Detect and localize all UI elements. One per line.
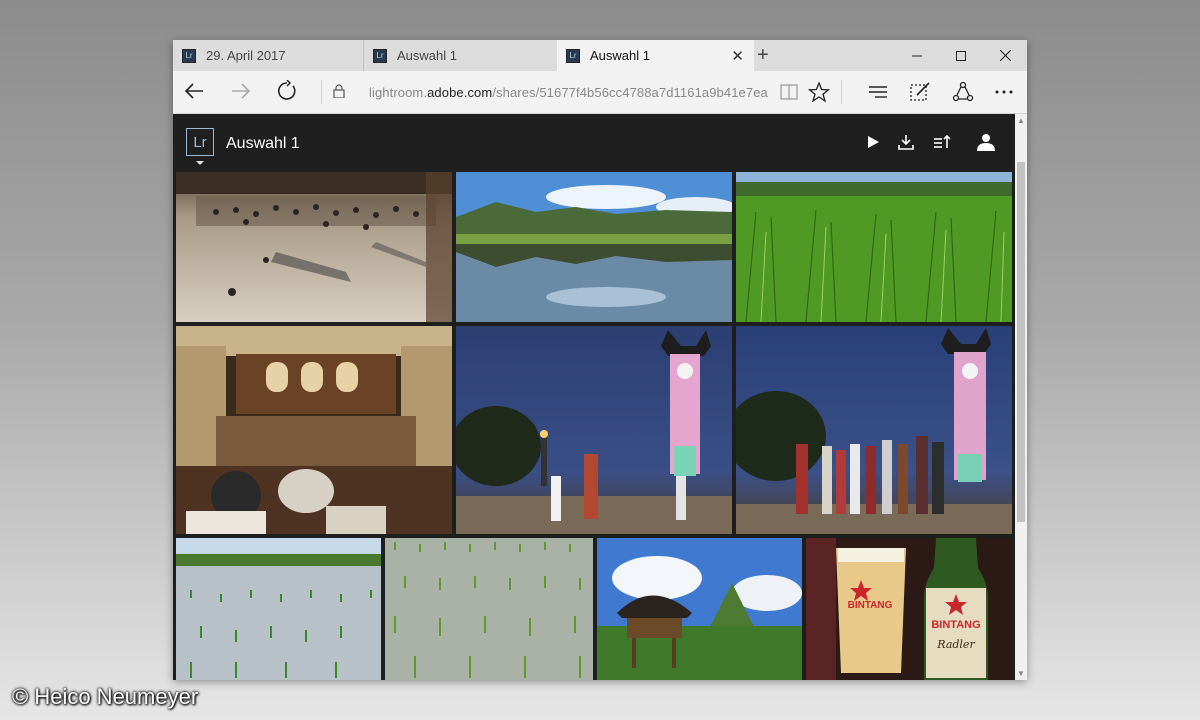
close-tab-icon[interactable]: ✕ (731, 47, 744, 65)
tab-bar: Lr 29. April 2017 Lr Auswahl 1 Lr Auswah… (173, 40, 1027, 71)
photo-lake-reflection[interactable] (456, 172, 732, 322)
sort-icon[interactable] (933, 133, 951, 151)
refresh-icon[interactable] (276, 79, 298, 106)
maximize-icon[interactable] (939, 40, 983, 71)
reading-view-icon[interactable] (778, 81, 800, 103)
url-prefix: lightroom. (369, 85, 428, 100)
tab-label: Auswahl 1 (590, 48, 650, 63)
tab-label: Auswahl 1 (397, 48, 457, 63)
web-note-icon[interactable] (909, 81, 931, 103)
minimize-icon[interactable] (895, 40, 939, 71)
chevron-down-icon[interactable] (196, 161, 204, 165)
url-field[interactable]: lightroom.adobe.com/shares/51677f4b56cc4… (369, 85, 768, 100)
scroll-up-icon[interactable]: ▲ (1017, 116, 1025, 125)
lightroom-header: Lr Auswahl 1 (173, 114, 1015, 172)
lr-icon: Lr (566, 48, 580, 63)
album-title: Auswahl 1 (226, 135, 300, 152)
scroll-down-icon[interactable]: ▼ (1017, 669, 1025, 678)
lock-icon (333, 84, 345, 99)
lr-icon: Lr (373, 48, 387, 63)
photo-clock-tower-night-2[interactable] (736, 326, 1012, 534)
divider (321, 80, 322, 104)
photo-hotel-lobby[interactable] (176, 326, 452, 534)
tab-2[interactable]: Lr Auswahl 1 (364, 40, 556, 71)
tab-label: 29. April 2017 (206, 48, 286, 63)
lr-icon: Lr (182, 48, 196, 63)
photo-bintang-beer[interactable]: BINTANG BINTANG Radler (806, 538, 1012, 680)
svg-text:BINTANG: BINTANG (931, 619, 980, 631)
hub-icon[interactable] (867, 81, 889, 103)
tab-1[interactable]: Lr 29. April 2017 (173, 40, 364, 71)
tab-3-active[interactable]: Lr Auswahl 1 ✕ (557, 40, 754, 71)
svg-text:BINTANG: BINTANG (848, 600, 893, 611)
url-path: /shares/51677f4b56cc4788a7d1161a9b41e7ea (492, 85, 768, 100)
address-bar: lightroom.adobe.com/shares/51677f4b56cc4… (173, 71, 1027, 114)
url-domain: adobe.com (427, 85, 493, 100)
lightroom-logo[interactable]: Lr (186, 128, 214, 156)
more-icon[interactable] (993, 81, 1015, 103)
photo-rice-paddy-2[interactable] (385, 538, 593, 680)
close-window-icon[interactable] (983, 40, 1027, 71)
photo-traditional-house[interactable] (597, 538, 802, 680)
divider (841, 80, 842, 104)
favorite-star-icon[interactable] (807, 81, 831, 103)
photo-rice-paddy-1[interactable] (176, 538, 381, 680)
share-icon[interactable] (952, 81, 974, 103)
photo-clock-tower-night-1[interactable] (456, 326, 732, 534)
play-icon[interactable] (864, 133, 882, 151)
new-tab-icon[interactable]: + (757, 44, 769, 67)
scrollbar-thumb[interactable] (1017, 162, 1025, 522)
scrollbar[interactable]: ▲ ▼ (1015, 114, 1027, 680)
photo-rice-field[interactable] (736, 172, 1012, 322)
forward-arrow-icon[interactable] (230, 80, 252, 106)
browser-window: Lr 29. April 2017 Lr Auswahl 1 Lr Auswah… (173, 40, 1027, 680)
photo-airport-hall[interactable] (176, 172, 452, 322)
user-icon[interactable] (976, 133, 995, 151)
download-icon[interactable] (897, 133, 915, 151)
svg-text:Radler: Radler (936, 638, 975, 651)
back-arrow-icon[interactable] (183, 80, 205, 106)
photo-credit: © Heico Neumeyer (12, 684, 199, 709)
